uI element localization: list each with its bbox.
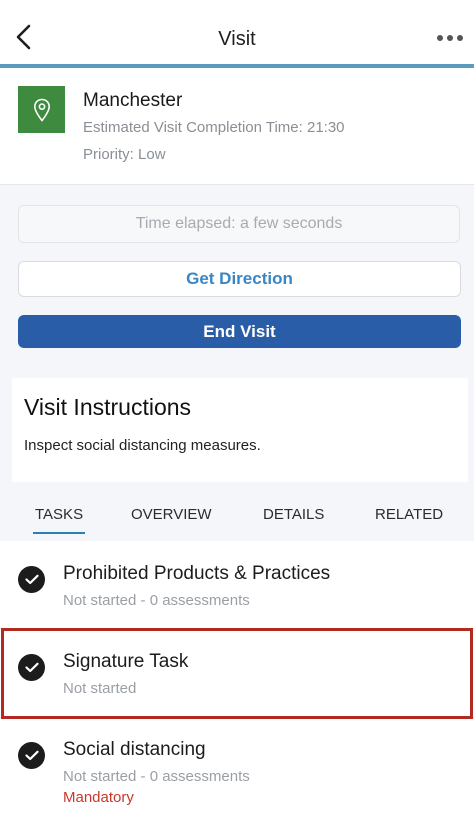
task-status: Not started [63,680,137,697]
location-icon-tile [18,86,65,133]
task-item-social-distancing[interactable]: Social distancing Not started - 0 assess… [0,718,474,824]
location-pin-icon [33,98,50,122]
page-title: Visit [218,28,256,50]
check-circle-icon [18,654,45,681]
check-circle-icon [18,742,45,769]
more-horizontal-icon [437,35,443,41]
time-elapsed-field: Time elapsed: a few seconds [18,205,460,243]
instructions-title: Visit Instructions [24,394,192,420]
task-status: Not started - 0 assessments [63,592,250,609]
task-item-signature-task[interactable]: Signature Task Not started [0,629,474,717]
tab-overview[interactable]: OVERVIEW [131,506,212,523]
more-options-button[interactable] [430,26,470,50]
task-title: Social distancing [63,739,206,760]
more-dot [457,35,463,41]
task-title: Prohibited Products & Practices [63,563,331,584]
task-status: Not started - 0 assessments [63,768,250,785]
end-visit-button[interactable]: End Visit [18,315,461,348]
task-title: Signature Task [63,651,189,672]
location-card: Manchester Estimated Visit Completion Ti… [0,68,474,185]
location-name: Manchester [83,90,183,111]
header: Visit [0,0,474,66]
task-item-prohibited-products[interactable]: Prohibited Products & Practices Not star… [0,541,474,628]
tab-bar: TASKS OVERVIEW DETAILS RELATED [0,500,474,540]
active-tab-indicator [33,532,85,534]
tab-tasks[interactable]: TASKS [35,506,83,523]
instructions-text: Inspect social distancing measures. [24,437,261,454]
priority-label: Priority: Low [83,146,166,163]
more-dot [447,35,453,41]
get-direction-button[interactable]: Get Direction [18,261,461,297]
tab-related[interactable]: RELATED [375,506,443,523]
estimated-completion-time: Estimated Visit Completion Time: 21:30 [83,119,345,136]
check-circle-icon [18,566,45,593]
tab-details[interactable]: DETAILS [263,506,324,523]
mandatory-label: Mandatory [63,789,134,806]
visit-instructions-card: Visit Instructions Inspect social distan… [12,378,468,482]
